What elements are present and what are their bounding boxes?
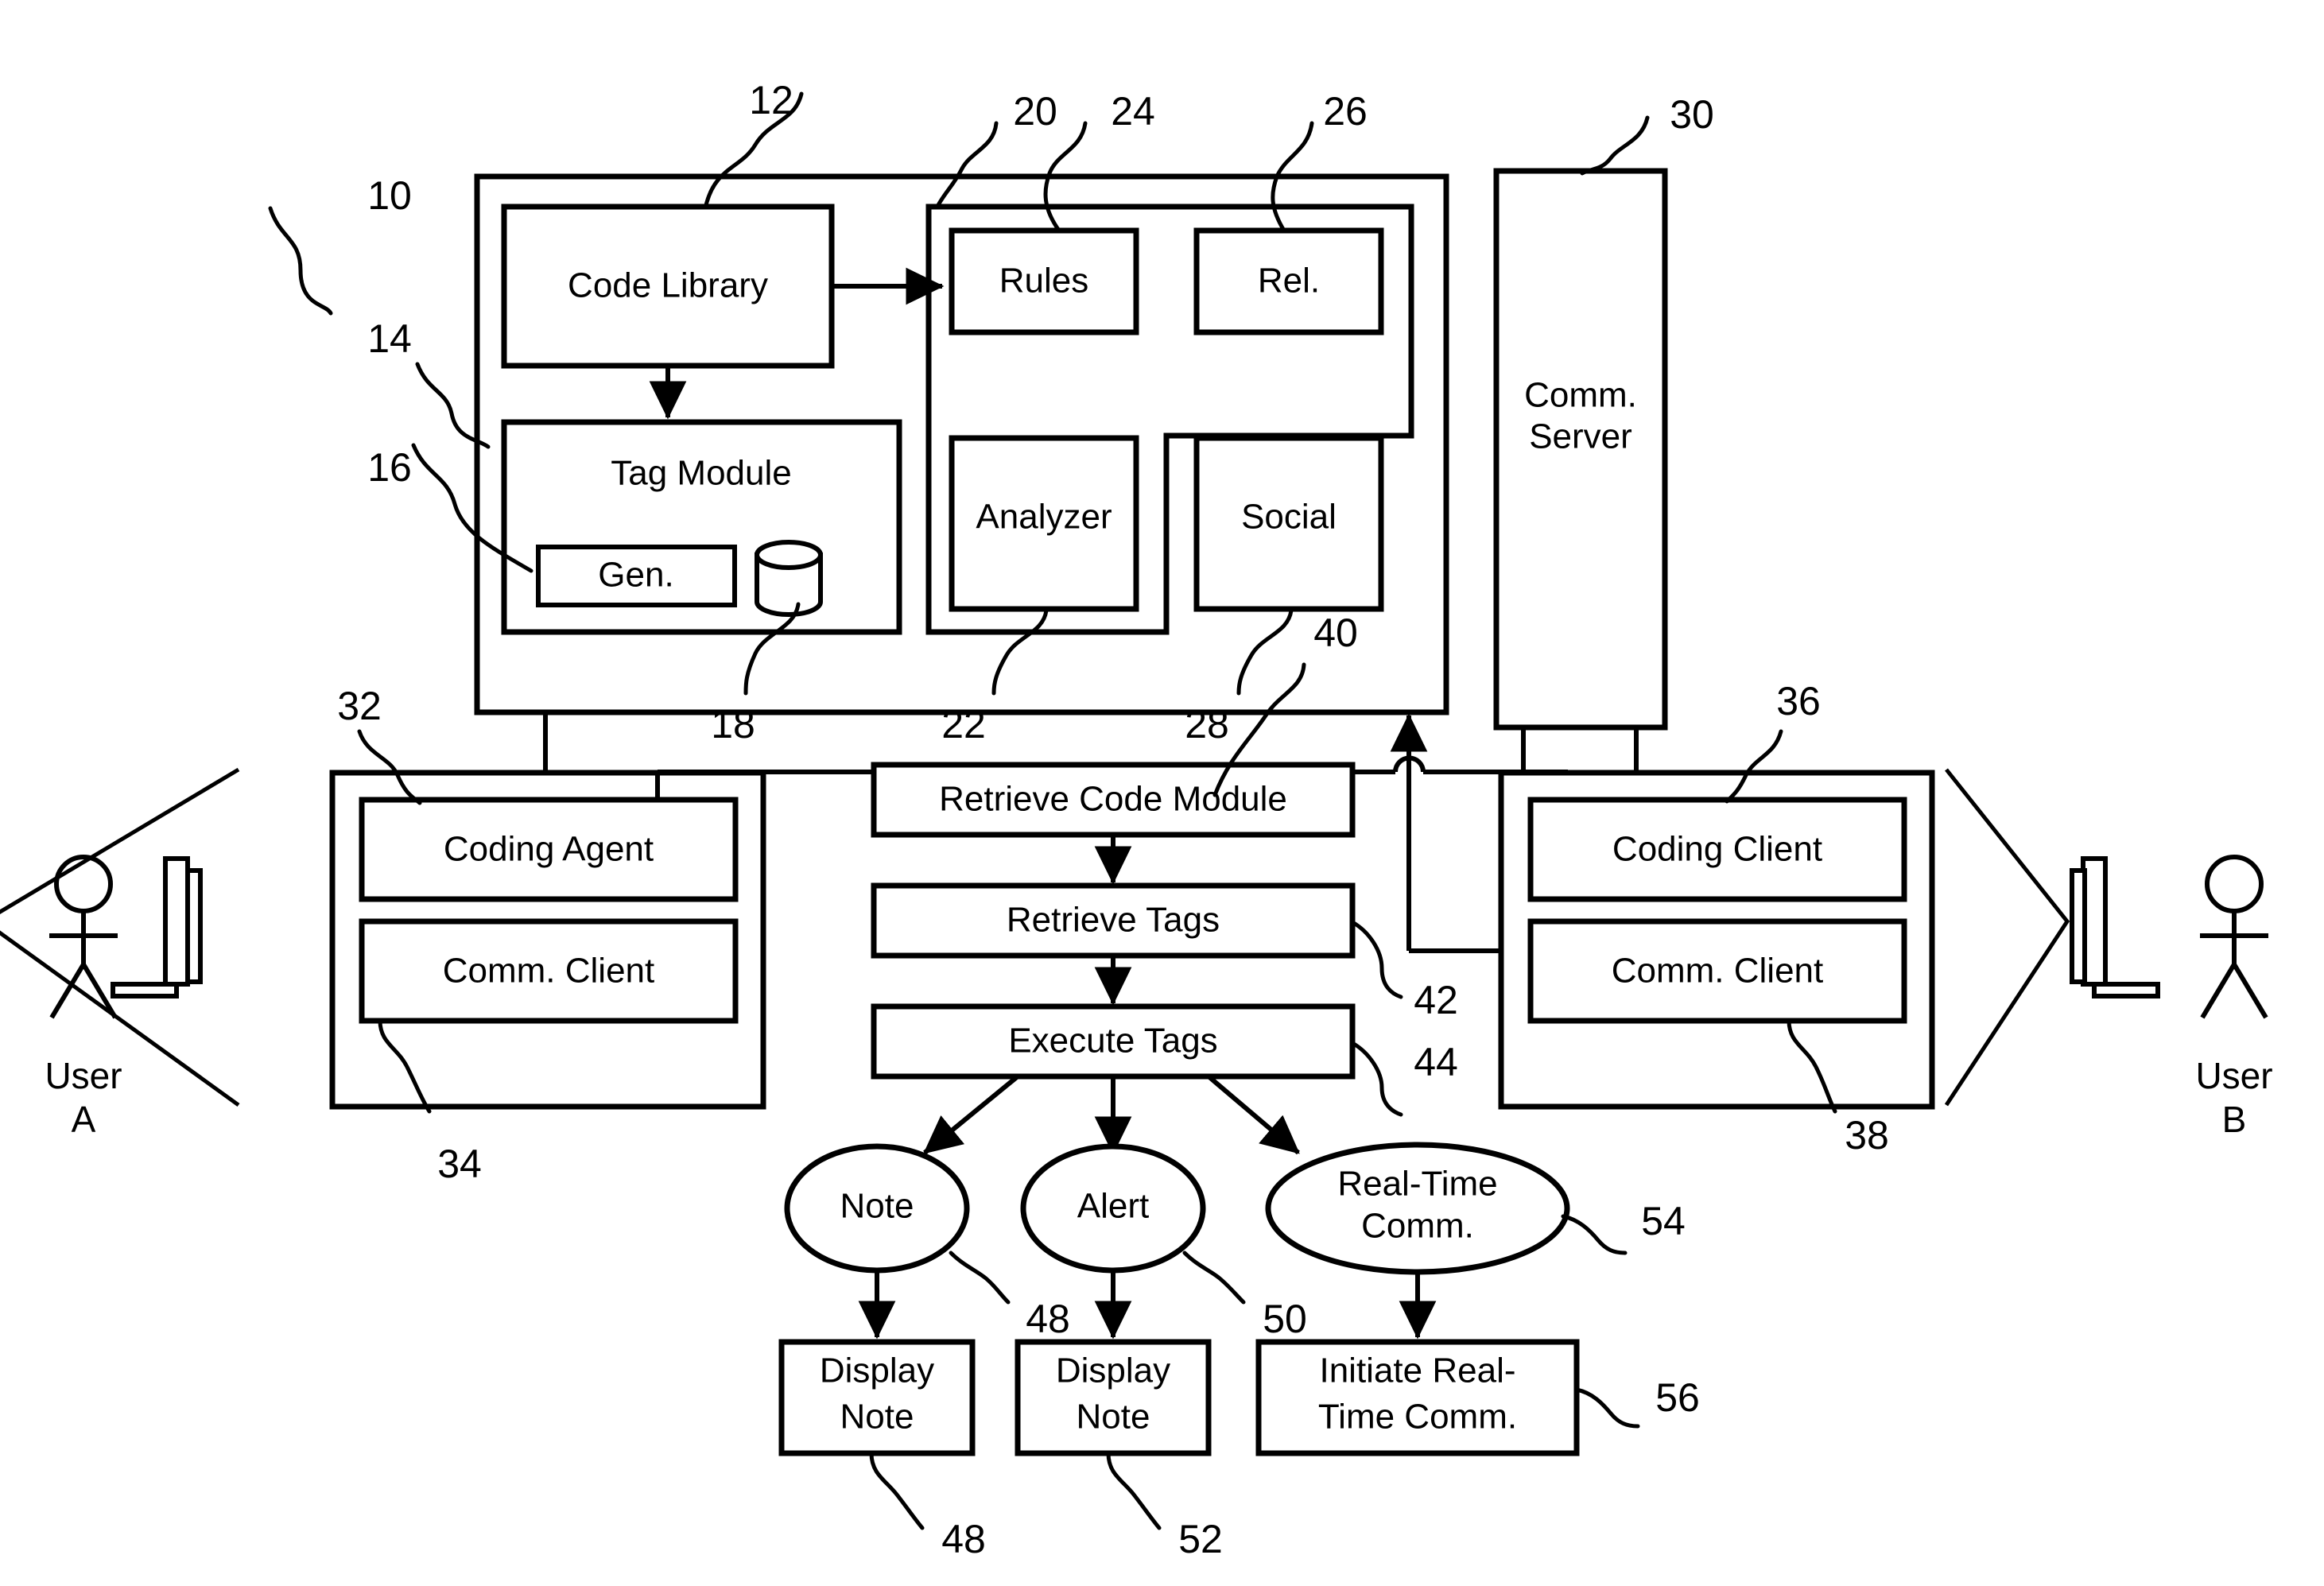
analyzer-label: Analyzer <box>976 498 1112 537</box>
user-b-label-line1: User <box>2195 1055 2272 1096</box>
refnum-40: 40 <box>1313 611 1358 655</box>
leader-36 <box>1725 729 1783 804</box>
gen-label: Gen. <box>598 556 673 595</box>
refnum-50: 50 <box>1263 1297 1307 1341</box>
refnum-56: 56 <box>1655 1375 1700 1420</box>
rules-label: Rules <box>999 262 1089 301</box>
comm-server-label-line2: Server <box>1529 417 1632 456</box>
leader-30 <box>1580 115 1650 176</box>
leader-48a <box>949 1251 1011 1305</box>
refnum-34: 34 <box>437 1142 482 1186</box>
display-note-1-label-line1: Display <box>820 1351 934 1390</box>
user-b-label-line2: B <box>2222 1099 2247 1140</box>
user-a-label-line1: User <box>45 1055 122 1096</box>
right-connector-chevron <box>1944 768 2070 1107</box>
leader-56 <box>1574 1387 1640 1429</box>
refnum-44: 44 <box>1414 1040 1458 1084</box>
refnum-48a: 48 <box>1026 1297 1070 1341</box>
leader-42 <box>1350 920 1403 999</box>
display-note-1-label-line2: Note <box>840 1398 914 1437</box>
leader-22 <box>991 608 1049 696</box>
leader-38 <box>1787 1018 1837 1114</box>
coding-client-label: Coding Client <box>1612 830 1822 869</box>
refnum-22: 22 <box>941 702 986 746</box>
refnum-42: 42 <box>1414 978 1458 1022</box>
leader-32 <box>357 729 422 805</box>
arrow-et-to-rtc <box>1207 1074 1300 1155</box>
social-label: Social <box>1241 498 1337 537</box>
user-b-figure <box>2200 855 2268 1019</box>
code-library-label: Code Library <box>568 266 768 305</box>
retrieve-code-module-label: Retrieve Code Module <box>939 780 1287 819</box>
coding-agent-label: Coding Agent <box>444 830 654 869</box>
database-cylinder-icon <box>755 540 823 617</box>
alert-label: Alert <box>1077 1187 1149 1226</box>
leader-20 <box>936 121 999 207</box>
user-a-label-line2: A <box>72 1099 96 1140</box>
refnum-32: 32 <box>337 684 382 728</box>
initiate-rtc-label-line2: Time Comm. <box>1318 1398 1517 1437</box>
refnum-28: 28 <box>1185 702 1229 746</box>
refnum-12: 12 <box>749 78 793 122</box>
leader-52 <box>1106 1451 1162 1530</box>
refnum-54: 54 <box>1641 1199 1686 1243</box>
refnum-48b: 48 <box>941 1517 986 1561</box>
leader-28 <box>1236 608 1294 696</box>
leader-10 <box>268 206 333 316</box>
patent-figure-canvas: Code Library Tag Module Gen. Rules Rel. … <box>0 0 2324 1586</box>
rel-label: Rel. <box>1258 262 1320 301</box>
initiate-rtc-label-line1: Initiate Real- <box>1319 1351 1515 1390</box>
arrow-et-to-note <box>923 1074 1019 1155</box>
refnum-36: 36 <box>1776 679 1821 723</box>
note-label: Note <box>840 1187 914 1226</box>
leader-50 <box>1182 1251 1246 1305</box>
execute-tags-label: Execute Tags <box>1008 1022 1217 1061</box>
refnum-16: 16 <box>367 445 412 490</box>
refnum-10: 10 <box>367 173 412 218</box>
real-time-comm-label-line1: Real-Time <box>1337 1165 1497 1204</box>
display-note-2-label-line1: Display <box>1056 1351 1170 1390</box>
leader-34 <box>378 1018 432 1114</box>
refnum-38: 38 <box>1845 1113 1889 1158</box>
monitor-icon-b <box>2070 856 2160 999</box>
refnum-30: 30 <box>1670 92 1714 137</box>
refnum-24: 24 <box>1111 89 1155 134</box>
block-diagram-svg: Code Library Tag Module Gen. Rules Rel. … <box>0 78 2273 1561</box>
retrieve-tags-label: Retrieve Tags <box>1007 901 1220 940</box>
tag-module-label: Tag Module <box>611 454 791 493</box>
comm-server-label-line1: Comm. <box>1524 376 1637 415</box>
leader-54 <box>1561 1214 1628 1255</box>
monitor-icon-a <box>111 856 203 999</box>
refnum-26: 26 <box>1323 89 1368 134</box>
refnum-52: 52 <box>1178 1517 1223 1561</box>
display-note-2-label-line2: Note <box>1077 1398 1150 1437</box>
leader-48b <box>869 1451 925 1530</box>
refnum-18: 18 <box>711 702 755 746</box>
real-time-comm-label-line2: Comm. <box>1361 1207 1474 1246</box>
leader-44 <box>1350 1041 1403 1117</box>
comm-client-left-label: Comm. Client <box>443 952 655 991</box>
refnum-14: 14 <box>367 316 412 361</box>
refnum-20: 20 <box>1013 89 1057 134</box>
comm-client-right-label: Comm. Client <box>1612 952 1824 991</box>
